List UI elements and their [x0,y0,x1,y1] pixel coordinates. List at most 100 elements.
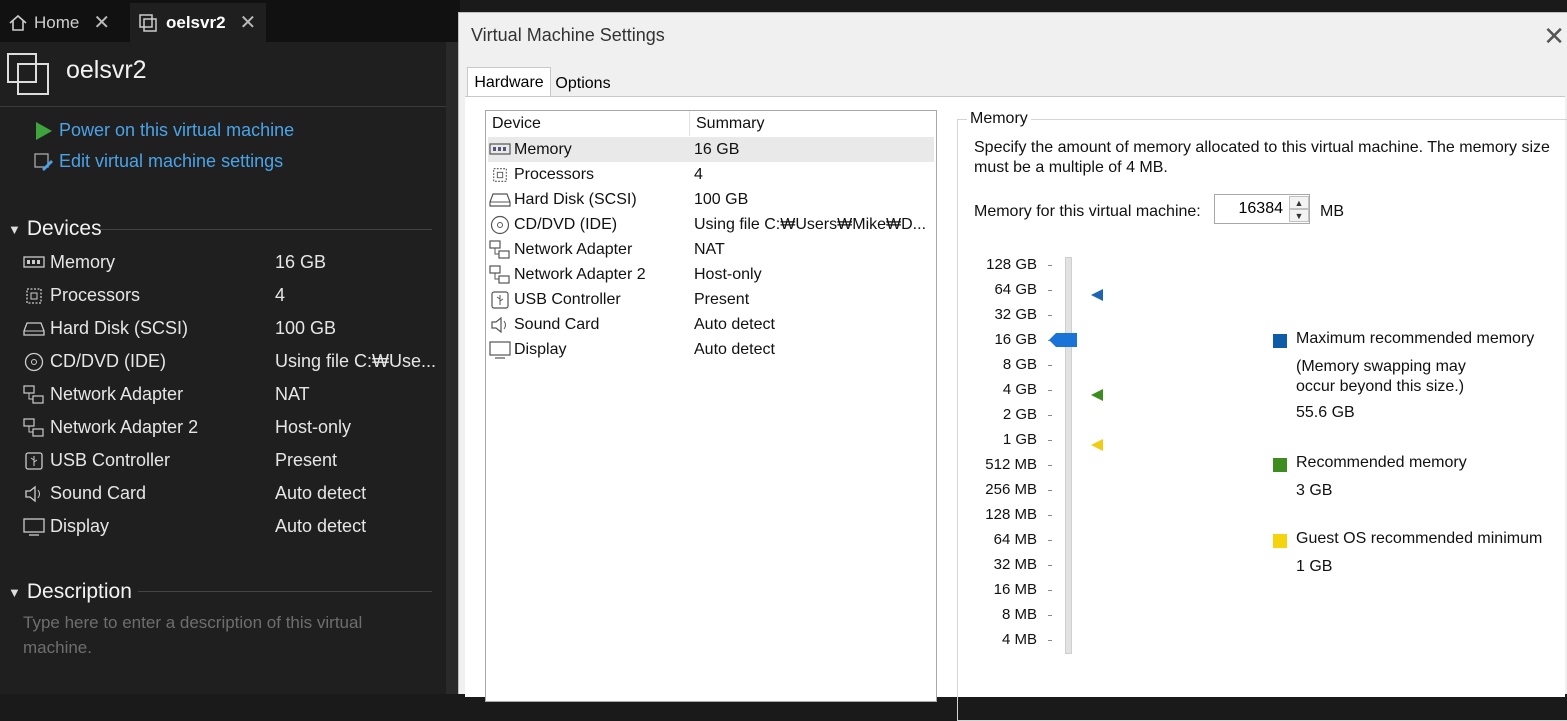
device-row[interactable]: Network Adapter NAT [22,378,442,411]
device-name: CD/DVD (IDE) [50,351,166,371]
scale-label: 16 MB [993,581,1037,598]
memory-marker [1091,439,1103,451]
network-icon [488,239,512,260]
tab-home[interactable]: Home ✕ [0,3,124,42]
device-value: Present [275,450,338,470]
device-row[interactable]: Sound Card Auto detect [22,477,442,510]
usb-icon [22,451,46,471]
power-on-link[interactable]: Power on this virtual machine [34,120,294,141]
device-name: Processors [514,165,595,183]
scale-tick [1048,265,1052,266]
device-row[interactable]: Hard Disk (SCSI) 100 GB [22,312,442,345]
hardware-pane: Device Summary Memory 16 GB Processors 4… [465,96,1567,721]
section-title: Description [26,580,132,603]
vm-settings-dialog: Virtual Machine Settings ✕ Hardware Opti… [458,12,1567,721]
divider [138,591,432,592]
devices-section-header[interactable]: ▼ Devices [8,217,102,241]
vm-summary-panel: Home ✕ oelsvr2 ✕ oelsvr2 Power on this v… [0,0,460,694]
device-row[interactable]: Memory 16 GB [22,246,442,279]
tab-hardware[interactable]: Hardware [467,67,551,98]
memory-slider-track[interactable] [1065,257,1072,654]
spin-up-button[interactable]: ▲ [1289,196,1309,209]
tab-bar: Home ✕ oelsvr2 ✕ [0,0,460,42]
scale-tick [1048,465,1052,466]
memory-spinner: ▲ ▼ [1214,194,1310,224]
divider [100,229,432,230]
vm-title: oelsvr2 [66,56,147,84]
network-icon [22,417,46,438]
column-header-summary[interactable]: Summary [696,111,764,136]
sound-icon [22,485,46,503]
scale-tick [1048,440,1052,441]
close-icon[interactable]: ✕ [240,10,257,35]
device-name: Hard Disk (SCSI) [514,190,637,208]
device-summary: Present [694,290,750,308]
memory-input[interactable] [1215,195,1287,223]
scale-label: 4 MB [1001,631,1037,648]
scale-label: 32 GB [994,306,1037,323]
memory-slider-thumb[interactable] [1049,333,1077,347]
device-name: Network Adapter [50,384,184,404]
device-name: USB Controller [514,290,621,308]
device-value: Auto detect [275,516,367,536]
device-list-row[interactable]: USB Controller Present [488,287,934,312]
device-list-row[interactable]: Network Adapter 2 Host-only [488,262,934,287]
spin-down-button[interactable]: ▼ [1289,209,1309,222]
device-row[interactable]: Processors 4 [22,279,442,312]
section-title: Devices [26,217,102,240]
memory-marker [1091,289,1103,301]
device-value: Host-only [275,417,352,437]
close-icon[interactable]: ✕ [93,10,110,35]
device-value: NAT [275,384,310,404]
power-on-label: Power on this virtual machine [59,120,295,140]
device-list-row[interactable]: Processors 4 [488,162,934,187]
close-icon[interactable]: ✕ [1543,21,1565,52]
device-name: Display [50,516,110,536]
device-list-row[interactable]: CD/DVD (IDE) Using file C:₩Users₩Mike₩D.… [488,212,934,237]
legend-swatch [1273,458,1287,472]
dialog-title: Virtual Machine Settings [471,25,665,45]
scale-label: 128 MB [985,506,1037,523]
device-list-row[interactable]: Sound Card Auto detect [488,312,934,337]
device-row[interactable]: Display Auto detect [22,510,442,543]
vm-icon [6,52,50,101]
legend-max-label: Maximum recommended memory [1296,330,1535,347]
device-list-row[interactable]: Network Adapter NAT [488,237,934,262]
edit-settings-label: Edit virtual machine settings [59,151,284,171]
device-list-row[interactable]: Memory 16 GB [488,137,934,162]
scale-label: 512 MB [985,456,1037,473]
scale-tick [1048,565,1052,566]
device-name: Sound Card [514,315,600,333]
edit-settings-link[interactable]: Edit virtual machine settings [34,151,283,172]
device-summary: NAT [694,240,725,258]
tab-vm[interactable]: oelsvr2 ✕ [130,3,266,42]
scale-tick [1048,290,1052,291]
device-name: Memory [514,140,572,158]
device-list-row[interactable]: Hard Disk (SCSI) 100 GB [488,187,934,212]
collapse-triangle-icon: ▼ [8,584,21,600]
memory-icon [22,255,46,270]
device-row[interactable]: CD/DVD (IDE) Using file C:₩Use... [22,345,442,378]
device-name: USB Controller [50,450,171,470]
memory-field-label: Memory for this virtual machine: [974,203,1201,220]
tab-options[interactable]: Options [551,71,615,97]
memory-group-title: Memory [967,110,1031,128]
device-row[interactable]: Network Adapter 2 Host-only [22,411,442,444]
device-list[interactable]: Device Summary Memory 16 GB Processors 4… [485,110,937,702]
cd-dvd-icon [22,352,46,372]
legend-max-value: 55.6 GB [1296,404,1355,421]
device-list-row[interactable]: Display Auto detect [488,337,934,362]
column-header-device[interactable]: Device [492,111,541,136]
network-icon [22,384,46,405]
description-input[interactable]: Type here to enter a description of this… [23,610,423,660]
description-section-header[interactable]: ▼ Description [8,580,132,604]
usb-icon [488,290,512,310]
collapse-triangle-icon: ▼ [8,221,21,237]
network-icon [488,264,512,285]
legend-recommended-label: Recommended memory [1296,454,1467,471]
processor-icon [488,166,512,184]
device-name: Sound Card [50,483,147,503]
device-row[interactable]: USB Controller Present [22,444,442,477]
memory-icon [488,142,512,157]
device-name: Network Adapter 2 [514,265,646,283]
